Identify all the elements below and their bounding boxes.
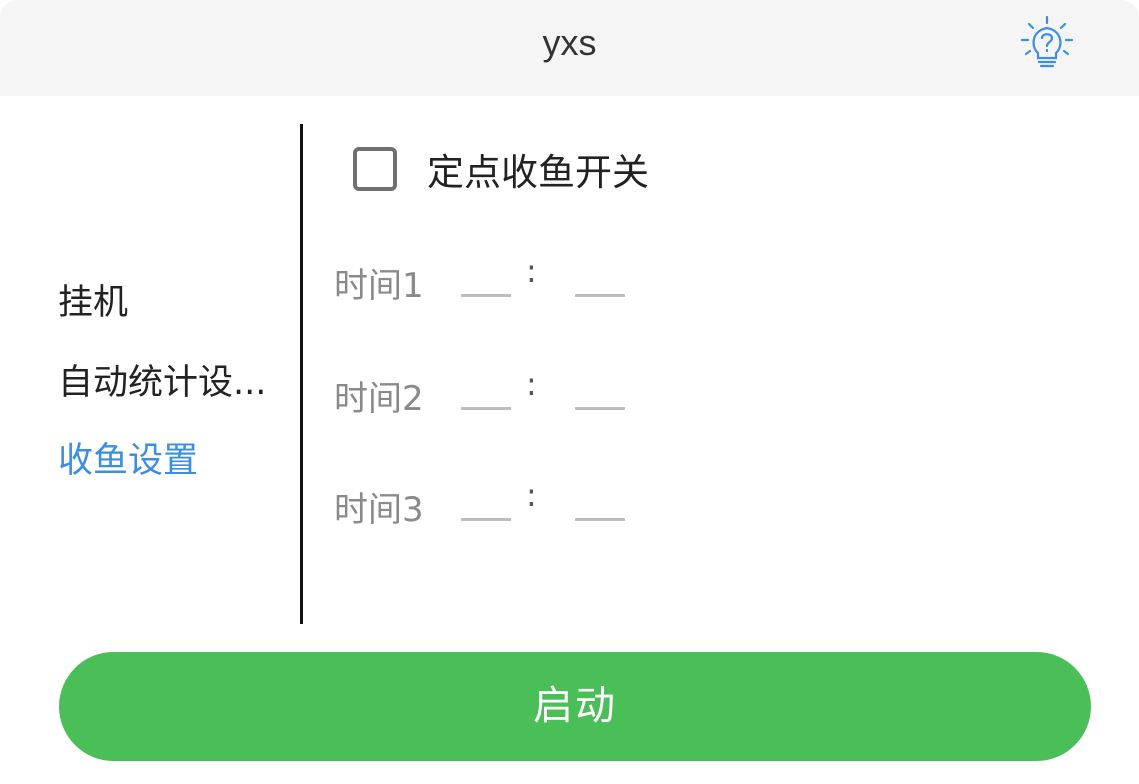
hour-input[interactable] (461, 254, 511, 297)
time-label: 时间2 (334, 379, 424, 419)
time-separator: : (526, 365, 537, 403)
time-row-2: 时间2 : (334, 361, 734, 431)
fixed-collect-toggle[interactable]: 定点收鱼开关 (353, 144, 649, 194)
time-separator: : (526, 476, 537, 514)
hour-input[interactable] (461, 478, 511, 521)
start-button[interactable]: 启动 (59, 652, 1091, 761)
sidebar-divider (300, 124, 303, 624)
sidebar-item-fish-collect[interactable]: 收鱼设置 (58, 432, 290, 483)
checkbox[interactable] (353, 147, 397, 191)
sidebar-item-auto-stats[interactable]: 自动统计设... (58, 354, 290, 405)
title-bar: yxs (0, 0, 1139, 96)
time-label: 时间3 (334, 490, 424, 530)
checkbox-label: 定点收鱼开关 (427, 151, 649, 194)
app-window: yxs 挂机 自动统计设... 收鱼设置 定点收鱼开关 时间1: 时间2: … (0, 0, 1139, 784)
time-row-3: 时间3 : (334, 472, 734, 542)
minute-input[interactable] (575, 478, 625, 521)
time-row-1: 时间1 : (334, 248, 734, 318)
minute-input[interactable] (575, 367, 625, 410)
minute-input[interactable] (575, 254, 625, 297)
time-label: 时间1 (334, 266, 424, 306)
window-title: yxs (542, 22, 597, 63)
sidebar: 挂机 自动统计设... 收鱼设置 (0, 124, 300, 624)
sidebar-item-idle[interactable]: 挂机 (58, 274, 290, 325)
time-separator: : (526, 252, 537, 290)
hour-input[interactable] (461, 367, 511, 410)
lightbulb-help-icon[interactable] (1018, 14, 1076, 72)
